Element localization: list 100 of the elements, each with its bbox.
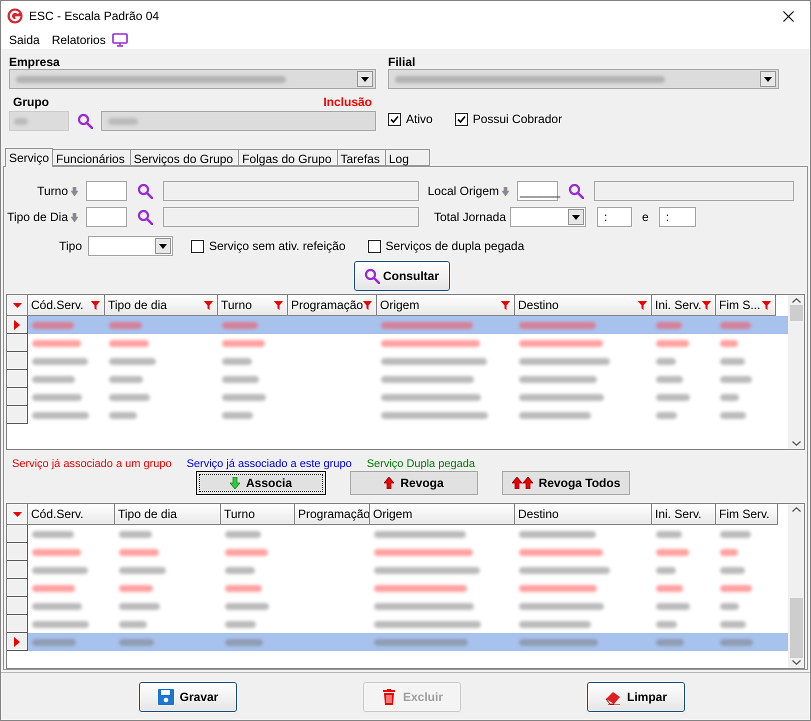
row-header[interactable] xyxy=(7,525,28,543)
company-dropdown[interactable] xyxy=(9,69,376,89)
footer-button[interactable]: Limpar xyxy=(587,682,685,712)
filter-icon xyxy=(501,300,510,310)
footer-button[interactable]: Gravar xyxy=(139,682,237,712)
checkbox[interactable] xyxy=(191,240,204,252)
blurred-text xyxy=(225,638,263,646)
menu-item[interactable]: Saida xyxy=(9,31,40,49)
column-header[interactable]: Tipo de dia xyxy=(115,504,221,525)
down-arrow-icon xyxy=(230,477,240,489)
column-header[interactable]: Destino xyxy=(515,504,652,525)
column-header[interactable]: Destino xyxy=(515,295,652,316)
description-field[interactable] xyxy=(594,181,794,201)
row-header[interactable] xyxy=(7,406,28,424)
row-header[interactable] xyxy=(7,633,28,651)
column-header[interactable]: Turno xyxy=(218,295,288,316)
scrollbar[interactable] xyxy=(788,504,804,668)
table-row[interactable] xyxy=(7,316,788,334)
trash-icon xyxy=(380,688,397,704)
blurred-text xyxy=(519,412,591,418)
blurred-text xyxy=(656,358,676,364)
blurred-text xyxy=(32,602,82,610)
column-header[interactable]: Fim S... xyxy=(716,295,776,316)
company-dropdown[interactable] xyxy=(388,69,779,89)
filter-icon xyxy=(274,300,283,310)
description-field[interactable] xyxy=(163,207,419,227)
column-header[interactable]: Cód.Serv. xyxy=(28,504,115,525)
tab[interactable]: Log xyxy=(386,149,430,166)
column-header[interactable]: Programação xyxy=(288,295,377,316)
dropdown[interactable] xyxy=(88,236,173,256)
column-header[interactable]: Turno xyxy=(221,504,295,525)
move-button[interactable]: Revoga Todos xyxy=(502,471,630,495)
blurred-text xyxy=(720,358,745,364)
menu-item[interactable]: Relatorios xyxy=(52,31,106,49)
time-field[interactable]: : xyxy=(597,207,632,227)
blurred-text xyxy=(656,530,682,538)
search-icon xyxy=(77,113,93,129)
blurred-text xyxy=(222,376,259,382)
tab[interactable]: Tarefas xyxy=(338,149,386,166)
scrollbar[interactable] xyxy=(788,295,804,449)
tab[interactable]: Serviços do Grupo xyxy=(130,149,240,166)
row-pointer-icon xyxy=(14,320,20,330)
blurred-text xyxy=(222,394,266,400)
row-header[interactable] xyxy=(7,615,28,633)
blurred-text xyxy=(32,376,75,382)
header-label: Ini. Serv. xyxy=(655,506,702,523)
time-field[interactable]: : xyxy=(658,207,696,227)
tab[interactable]: Funcionários xyxy=(53,149,131,166)
field-label: Tipo de Dia xyxy=(7,209,68,226)
column-header[interactable] xyxy=(7,295,28,316)
column-header[interactable]: Cód.Serv. xyxy=(28,295,105,316)
dropdown[interactable] xyxy=(510,207,586,227)
scroll-thumb[interactable] xyxy=(790,305,802,321)
column-header[interactable]: Tipo de dia xyxy=(105,295,218,316)
row-header[interactable] xyxy=(7,316,28,334)
consult-button[interactable]: Consultar xyxy=(354,261,450,291)
row-header[interactable] xyxy=(7,370,28,388)
code-field[interactable]: ______ xyxy=(517,181,558,201)
up-arrow-icon xyxy=(384,477,394,489)
move-button[interactable]: Associa xyxy=(196,471,326,495)
checkbox[interactable] xyxy=(454,112,468,126)
blurred-text xyxy=(119,638,154,646)
row-header[interactable] xyxy=(7,561,28,579)
blurred-text xyxy=(720,394,739,400)
move-button[interactable]: Revoga xyxy=(350,471,478,495)
column-header[interactable]: Origem xyxy=(370,504,515,525)
code-field[interactable] xyxy=(86,181,127,201)
legend-text: Serviço já associado a um grupo xyxy=(12,457,172,470)
tab[interactable]: Serviço xyxy=(5,148,54,167)
filter-icon xyxy=(702,300,711,310)
name-field[interactable] xyxy=(101,111,376,131)
mode-label: Inclusão xyxy=(323,95,372,109)
column-header[interactable]: Ini. Serv. xyxy=(652,295,716,316)
row-header[interactable] xyxy=(7,579,28,597)
code-field[interactable] xyxy=(9,111,69,131)
row-header[interactable] xyxy=(7,597,28,615)
column-header[interactable]: Fim Serv. xyxy=(716,504,778,525)
description-field[interactable] xyxy=(163,181,419,201)
blurred-text xyxy=(656,394,690,400)
blurred-text xyxy=(109,358,156,364)
close-icon xyxy=(782,10,794,22)
tab[interactable]: Folgas do Grupo xyxy=(239,149,338,166)
blurred-text xyxy=(720,620,746,628)
scroll-thumb[interactable] xyxy=(790,598,802,658)
row-header[interactable] xyxy=(7,388,28,406)
checkbox[interactable] xyxy=(388,112,401,126)
column-header[interactable] xyxy=(7,504,28,525)
blurred-text xyxy=(32,566,88,574)
column-header[interactable]: Ini. Serv. xyxy=(652,504,716,525)
window-title: ESC - Escala Padrão 04 xyxy=(29,8,160,25)
row-header[interactable] xyxy=(7,543,28,561)
blurred-text xyxy=(32,322,74,328)
row-header[interactable] xyxy=(7,334,28,352)
checkbox[interactable] xyxy=(368,240,380,252)
column-header[interactable]: Origem xyxy=(377,295,515,316)
code-field[interactable] xyxy=(86,207,127,227)
blurred-text xyxy=(119,548,159,556)
row-header[interactable] xyxy=(7,352,28,370)
blurred-text xyxy=(720,566,745,574)
table-row[interactable] xyxy=(7,633,788,651)
